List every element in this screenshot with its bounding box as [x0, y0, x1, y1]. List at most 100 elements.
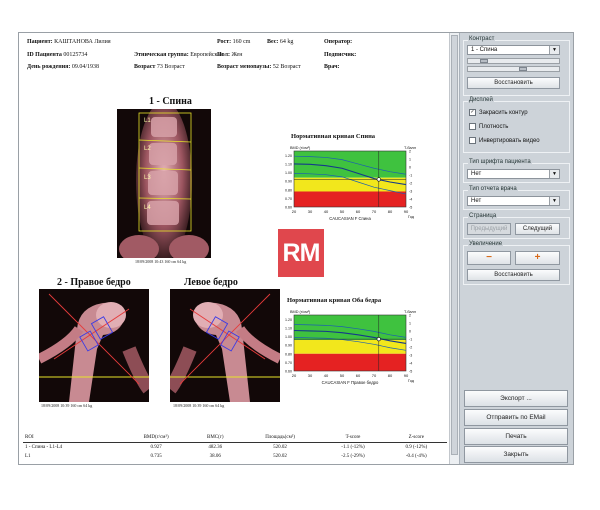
- right-hip-scan-image[interactable]: [39, 289, 149, 402]
- print-button[interactable]: Печать: [464, 428, 568, 445]
- doctor-report-label: Тип отчета врача: [468, 186, 518, 192]
- y-tick-label: 1.00: [285, 335, 292, 339]
- x-tick-label: 70: [372, 373, 377, 378]
- x-tick-label: 80: [388, 373, 393, 378]
- table-cell: 482.36: [208, 445, 223, 450]
- y-tick-label: 1.10: [285, 326, 292, 330]
- spine-scan-graphic: [117, 109, 211, 258]
- rm-watermark-logo: RM: [278, 229, 324, 277]
- operator: Оператор:: [324, 39, 353, 45]
- display-label: Дисплей: [468, 97, 494, 103]
- signer: Подписчик:: [324, 52, 357, 58]
- table-cell: 0.735: [150, 454, 162, 459]
- slider-thumb[interactable]: [480, 59, 488, 63]
- spine-caption: 18/09/2008 10:43 160 cm 64 kg: [135, 259, 187, 264]
- y2-axis-label: T-балл: [404, 146, 416, 150]
- zone-osteopenia: [294, 339, 406, 354]
- invert-checkbox[interactable]: Инвертировать видео: [469, 137, 540, 144]
- report-page: Пациент: КАШТАНОВА Лилия Рост: 160 cm Ве…: [19, 33, 449, 464]
- col-zscore: Z-score: [385, 433, 447, 443]
- zoom-out-button[interactable]: −: [467, 251, 511, 265]
- chart-footer: CAUCASIAN F Правое бедро: [322, 380, 379, 385]
- chart-title-hip: Нормативная кривая Оба бедра: [287, 297, 382, 304]
- x-tick-label: 40: [324, 373, 329, 378]
- slider-thumb[interactable]: [519, 67, 527, 71]
- patient-font-label: Тип шрифта пациента: [468, 159, 532, 165]
- right-hip-title: 2 - Правое бедро: [57, 277, 131, 288]
- density-checkbox-label: Плотность: [479, 124, 509, 131]
- zoom-in-button[interactable]: +: [515, 251, 560, 265]
- table-cell: 520.02: [273, 454, 287, 459]
- birth-date: День рождения: 09.04/1938: [27, 64, 100, 70]
- left-hip-scan-graphic: [170, 289, 280, 402]
- plus-icon: +: [534, 252, 541, 263]
- restore-contrast-button[interactable]: Восстановить: [467, 77, 560, 89]
- y2-tick-label: 2: [409, 314, 411, 318]
- y2-tick-label: 0: [409, 166, 411, 170]
- export-button[interactable]: Экспорт ...: [464, 390, 568, 407]
- doctor-report-group: Тип отчета врача Нет ▼: [463, 186, 570, 210]
- brightness-slider[interactable]: [467, 66, 560, 72]
- patient-name: Пациент: КАШТАНОВА Лилия: [27, 39, 111, 45]
- patient-point: [376, 337, 381, 342]
- y-tick-label: 0.70: [285, 197, 292, 201]
- report-scrollbar[interactable]: [449, 33, 459, 464]
- table-cell: 0.927: [150, 445, 162, 450]
- x-tick-label: 30: [308, 209, 313, 214]
- y2-tick-label: -1: [409, 174, 412, 178]
- left-hip-scan-image[interactable]: [170, 289, 280, 402]
- contrast-slider[interactable]: [467, 58, 560, 64]
- contrast-label: Контраст: [468, 36, 496, 42]
- contrast-group: Контраст 1 - Спина ▼ Восстановить: [463, 36, 570, 96]
- y2-tick-label: -4: [409, 198, 412, 202]
- doctor-report-select[interactable]: Нет ▼: [467, 196, 560, 206]
- contour-checkbox-label: Закрасить контур: [479, 110, 528, 117]
- y-tick-label: 0.90: [285, 344, 292, 348]
- x-tick-label: 60: [356, 209, 361, 214]
- y2-tick-label: -5: [409, 370, 412, 374]
- results-table: ROI BMD(г/см²) BMC(г) Площадь(см²) T-sco…: [23, 433, 447, 461]
- y2-tick-label: 2: [409, 150, 411, 154]
- table-row: L1 0.735 38.06 520.02 -2.5 (-29%) -0.4 (…: [23, 452, 447, 461]
- contour-checkbox[interactable]: ✓ Закрасить контур: [469, 109, 528, 116]
- x-axis-label: Год: [408, 215, 415, 219]
- table-row: 1 - Спина - L1-L4 0.927 482.36 520.02 -1…: [23, 443, 447, 453]
- density-checkbox[interactable]: Плотность: [469, 123, 508, 130]
- patient-height: Рост: 160 cm: [217, 39, 251, 45]
- checkbox-checked-icon: ✓: [469, 109, 476, 116]
- x-tick-label: 70: [372, 209, 377, 214]
- table-cell: 1 - Спина - L1-L4: [25, 445, 63, 450]
- scrollbar-thumb[interactable]: [451, 35, 458, 455]
- doctor-report-select-value: Нет: [471, 198, 482, 204]
- y-tick-label: 1.10: [285, 162, 292, 166]
- patient-font-select[interactable]: Нет ▼: [467, 169, 560, 179]
- results-header-row: ROI BMD(г/см²) BMC(г) Площадь(см²) T-sco…: [23, 433, 447, 443]
- spine-scan-image[interactable]: L1 L2 L3 L4: [117, 109, 211, 258]
- email-button[interactable]: Отправить по EMail: [464, 409, 568, 426]
- chevron-down-icon: ▼: [549, 46, 559, 54]
- previous-page-button[interactable]: Предыдущий: [467, 223, 511, 235]
- vertebra-label-l2: L2: [144, 146, 151, 152]
- table-cell: -2.5 (-29%): [341, 454, 365, 459]
- page-label: Страница: [468, 213, 498, 219]
- zoom-label: Увеличение: [468, 241, 504, 247]
- contrast-select-value: 1 - Спина: [471, 47, 498, 53]
- x-tick-label: 30: [308, 373, 313, 378]
- chart-title-spine: Нормативная кривая Спина: [291, 133, 376, 140]
- ethnic-group: Этническая группа: Европейская: [134, 52, 223, 58]
- restore-zoom-button[interactable]: Восстановить: [467, 269, 560, 281]
- x-tick-label: 50: [340, 373, 345, 378]
- close-button[interactable]: Закрыть: [464, 446, 568, 463]
- contrast-select[interactable]: 1 - Спина ▼: [467, 45, 560, 55]
- menopause-age: Возраст менопаузы: 52 Возраст: [217, 64, 301, 70]
- x-tick-label: 90: [404, 209, 409, 214]
- chart-footer: CAUCASIAN F Спина: [329, 216, 371, 221]
- y2-tick-label: -1: [409, 338, 412, 342]
- patient-point: [376, 177, 381, 182]
- patient-age: Возраст 73 Возраст: [134, 64, 185, 70]
- col-bmd: BMD(г/см²): [121, 433, 191, 443]
- next-page-button[interactable]: Следущий: [515, 223, 560, 235]
- table-cell: -1.1 (-12%): [341, 445, 365, 450]
- x-axis-label: Год: [408, 379, 415, 383]
- y-tick-label: 1.00: [285, 171, 292, 175]
